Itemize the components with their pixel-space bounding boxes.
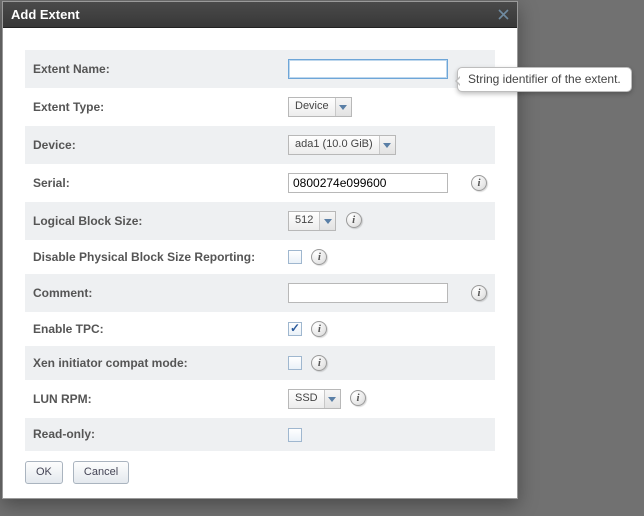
tooltip-extent-name: String identifier of the extent. [457, 67, 632, 92]
lun-rpm-value: SSD [289, 390, 324, 408]
label-read-only: Read-only: [25, 418, 280, 451]
label-xen-compat: Xen initiator compat mode: [25, 346, 280, 380]
label-lun-rpm: LUN RPM: [25, 380, 280, 418]
dialog-buttons: OK Cancel [25, 461, 495, 484]
label-device: Device: [25, 126, 280, 164]
row-enable-tpc: Enable TPC: i [25, 312, 495, 346]
logical-block-size-value: 512 [289, 212, 319, 230]
serial-input[interactable] [288, 173, 448, 193]
extent-type-select[interactable]: Device [288, 97, 352, 117]
label-serial: Serial: [25, 164, 280, 202]
chevron-down-icon [379, 136, 395, 154]
row-disable-pbs: Disable Physical Block Size Reporting: i [25, 240, 495, 274]
row-extent-type: Extent Type: Device [25, 88, 495, 126]
add-extent-dialog: Add Extent Extent Name: Extent Type: Dev… [2, 1, 518, 499]
dialog-body: Extent Name: Extent Type: Device [3, 28, 517, 498]
info-icon[interactable]: i [346, 212, 362, 228]
chevron-down-icon [335, 98, 351, 116]
label-extent-name: Extent Name: [25, 50, 280, 88]
device-select[interactable]: ada1 (10.0 GiB) [288, 135, 396, 155]
row-extent-name: Extent Name: [25, 50, 495, 88]
row-logical-block-size: Logical Block Size: 512 i [25, 202, 495, 240]
enable-tpc-checkbox[interactable] [288, 322, 302, 336]
row-read-only: Read-only: [25, 418, 495, 451]
lun-rpm-select[interactable]: SSD [288, 389, 341, 409]
label-disable-pbs: Disable Physical Block Size Reporting: [25, 240, 280, 274]
row-device: Device: ada1 (10.0 GiB) [25, 126, 495, 164]
read-only-checkbox[interactable] [288, 428, 302, 442]
comment-input[interactable] [288, 283, 448, 303]
label-extent-type: Extent Type: [25, 88, 280, 126]
close-icon[interactable] [495, 7, 511, 23]
form-table: Extent Name: Extent Type: Device [25, 50, 495, 451]
info-icon[interactable]: i [471, 175, 487, 191]
dialog-titlebar[interactable]: Add Extent [3, 2, 517, 28]
device-value: ada1 (10.0 GiB) [289, 136, 379, 154]
logical-block-size-select[interactable]: 512 [288, 211, 336, 231]
cancel-button[interactable]: Cancel [73, 461, 129, 484]
info-icon[interactable]: i [311, 355, 327, 371]
info-icon[interactable]: i [311, 321, 327, 337]
row-comment: Comment: i [25, 274, 495, 312]
chevron-down-icon [319, 212, 335, 230]
extent-type-value: Device [289, 98, 335, 116]
row-xen-compat: Xen initiator compat mode: i [25, 346, 495, 380]
disable-pbs-checkbox[interactable] [288, 250, 302, 264]
info-icon[interactable]: i [471, 285, 487, 301]
info-icon[interactable]: i [350, 390, 366, 406]
tooltip-text: String identifier of the extent. [468, 72, 621, 86]
info-icon[interactable]: i [311, 249, 327, 265]
extent-name-input[interactable] [288, 59, 448, 79]
ok-button[interactable]: OK [25, 461, 63, 484]
row-serial: Serial: i [25, 164, 495, 202]
label-enable-tpc: Enable TPC: [25, 312, 280, 346]
chevron-down-icon [324, 390, 340, 408]
dialog-title: Add Extent [11, 7, 80, 22]
xen-compat-checkbox[interactable] [288, 356, 302, 370]
label-logical-block-size: Logical Block Size: [25, 202, 280, 240]
label-comment: Comment: [25, 274, 280, 312]
row-lun-rpm: LUN RPM: SSD i [25, 380, 495, 418]
